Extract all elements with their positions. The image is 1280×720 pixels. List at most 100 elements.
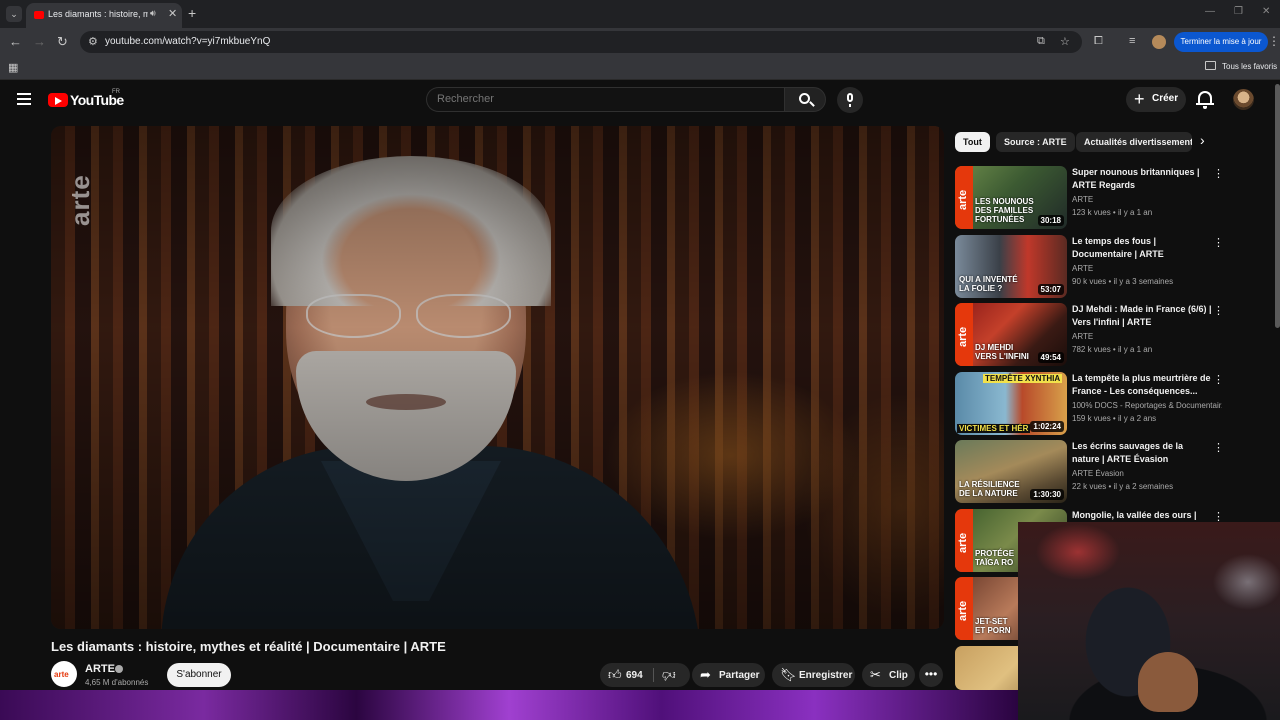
- profile-avatar[interactable]: [1152, 35, 1166, 49]
- video-duration: 53:07: [1037, 284, 1064, 295]
- share-button[interactable]: ➦ Partager: [692, 663, 765, 687]
- url-text[interactable]: youtube.com/watch?v=yi7mkbueYnQ: [105, 36, 270, 47]
- video-thumbnail[interactable]: TEMPÊTE XYNTHIA VICTIMES ET HÉR 1:02:24: [955, 372, 1067, 435]
- search-box[interactable]: [426, 87, 784, 112]
- channel-avatar[interactable]: arte: [51, 661, 77, 687]
- user-avatar[interactable]: [1233, 89, 1254, 110]
- browser-tab[interactable]: Les diamants : histoire, myth 🔊︎ ✕: [26, 3, 182, 28]
- recommendation-title[interactable]: Mongolie, la vallée des ours |: [1072, 509, 1212, 522]
- like-count[interactable]: 694: [626, 670, 643, 681]
- maximize-icon[interactable]: ❐: [1234, 6, 1243, 17]
- tab-title: Les diamants : histoire, myth: [48, 9, 148, 19]
- back-icon[interactable]: ←: [9, 34, 22, 49]
- verified-badge-icon: [115, 665, 123, 673]
- share-label: Partager: [719, 670, 760, 681]
- subscriber-count: 4,65 M d'abonnés: [85, 678, 149, 687]
- recommendation-item[interactable]: LA RÉSILIENCE DE LA NATURE 1:30:30 Les é…: [955, 440, 1230, 504]
- minimize-icon[interactable]: —: [1205, 6, 1215, 17]
- youtube-logo-icon: [48, 93, 68, 107]
- recommendation-item[interactable]: arte LES NOUNOUS DES FAMILLES FORTUNÉES …: [955, 166, 1230, 230]
- window-close-icon[interactable]: ✕: [1262, 6, 1270, 17]
- video-player[interactable]: arte: [51, 126, 944, 629]
- thumbnail-caption: LES NOUNOUS DES FAMILLES FORTUNÉES: [975, 197, 1034, 224]
- video-duration: 1:02:24: [1030, 421, 1064, 432]
- install-app-icon[interactable]: ⧉: [1037, 35, 1045, 48]
- all-bookmarks-button[interactable]: Tous les favoris: [1206, 62, 1277, 71]
- recommendation-channel[interactable]: ARTE: [1072, 332, 1222, 341]
- thumbnail-caption: DJ MEHDI VERS L'INFINI: [975, 343, 1029, 361]
- video-thumbnail[interactable]: LA RÉSILIENCE DE LA NATURE 1:30:30: [955, 440, 1067, 503]
- bookmark-star-icon[interactable]: ☆: [1060, 35, 1070, 48]
- recommendation-title[interactable]: La tempête la plus meurtrière de France …: [1072, 372, 1212, 398]
- clip-button[interactable]: ✂ Clip: [862, 663, 915, 687]
- arte-band: arte: [955, 509, 973, 572]
- channel-name[interactable]: ARTE: [85, 663, 115, 675]
- tab-search-button[interactable]: ⌄: [6, 6, 22, 22]
- recommendation-channel[interactable]: ARTE Évasion: [1072, 469, 1222, 478]
- thumbnail-caption: VICTIMES ET HÉR: [957, 424, 1031, 433]
- recommendation-channel[interactable]: 100% DOCS - Reportages & Documentair...: [1072, 401, 1222, 410]
- reading-list-icon[interactable]: ≡: [1129, 35, 1135, 47]
- more-actions-icon[interactable]: •••: [919, 663, 943, 687]
- apps-grid-icon[interactable]: ▦: [8, 61, 18, 74]
- address-bar[interactable]: ⚙ youtube.com/watch?v=yi7mkbueYnQ ⧉ ☆: [80, 31, 1082, 53]
- update-button[interactable]: Terminer la mise à jour: [1174, 32, 1268, 52]
- chevron-right-icon[interactable]: ›: [1200, 132, 1205, 148]
- forward-icon[interactable]: →: [33, 34, 46, 49]
- more-vertical-icon[interactable]: ⋮: [1213, 167, 1224, 180]
- menu-icon[interactable]: [17, 93, 31, 105]
- reload-icon[interactable]: ↻: [57, 34, 68, 50]
- subscribe-button[interactable]: S'abonner: [167, 663, 231, 687]
- save-button[interactable]: 🔖︎ Enregistrer: [772, 663, 855, 687]
- new-tab-button[interactable]: +: [188, 5, 196, 21]
- more-vertical-icon[interactable]: ⋮: [1213, 441, 1224, 454]
- chip-source-arte[interactable]: Source : ARTE: [996, 132, 1075, 152]
- microphone-icon: [847, 93, 853, 102]
- recommendation-meta: 782 k vues • il y a 1 an: [1072, 345, 1153, 354]
- close-icon[interactable]: ✕: [168, 7, 177, 20]
- create-button[interactable]: + Créer: [1126, 87, 1186, 112]
- recommendation-title[interactable]: Super nounous britanniques | ARTE Regard…: [1072, 166, 1212, 192]
- clip-label: Clip: [889, 670, 908, 681]
- recommendation-item[interactable]: TEMPÊTE XYNTHIA VICTIMES ET HÉR 1:02:24 …: [955, 372, 1230, 436]
- thumbnail-caption: JET-SET ET PORN: [975, 617, 1011, 635]
- channel-avatar-logo: arte: [54, 670, 69, 679]
- more-vertical-icon[interactable]: ⋮: [1213, 373, 1224, 386]
- site-info-icon[interactable]: ⚙: [88, 35, 98, 48]
- browser-menu-icon[interactable]: ⋮: [1268, 34, 1280, 48]
- recommendation-item[interactable]: arte DJ MEHDI VERS L'INFINI 49:54 DJ Meh…: [955, 303, 1230, 367]
- like-dislike-group: 👍︎ 694 👍︎: [600, 663, 690, 687]
- recommendation-channel[interactable]: ARTE: [1072, 264, 1222, 273]
- video-thumbnail[interactable]: QUI A INVENTÉ LA FOLIE ? 53:07: [955, 235, 1067, 298]
- page-scrollbar[interactable]: [1275, 84, 1280, 328]
- voice-search-button[interactable]: [837, 87, 863, 113]
- chip-all[interactable]: Tout: [955, 132, 990, 152]
- speaker-icon[interactable]: 🔊︎: [150, 8, 156, 19]
- more-vertical-icon[interactable]: ⋮: [1213, 236, 1224, 249]
- thumbnail-caption: LA RÉSILIENCE DE LA NATURE: [959, 480, 1020, 498]
- recommendation-channel[interactable]: ARTE: [1072, 195, 1222, 204]
- thumbnail-caption: QUI A INVENTÉ LA FOLIE ?: [959, 275, 1018, 293]
- save-label: Enregistrer: [799, 670, 853, 681]
- arte-band: arte: [955, 577, 973, 640]
- recommendation-title[interactable]: Les écrins sauvages de la nature | ARTE …: [1072, 440, 1212, 466]
- video-thumbnail[interactable]: arte DJ MEHDI VERS L'INFINI 49:54: [955, 303, 1067, 366]
- thumbs-down-icon[interactable]: 👍︎: [662, 667, 676, 683]
- video-thumbnail[interactable]: arte LES NOUNOUS DES FAMILLES FORTUNÉES …: [955, 166, 1067, 229]
- youtube-favicon-icon: [34, 11, 44, 19]
- recommendation-title[interactable]: Le temps des fous | Documentaire | ARTE: [1072, 235, 1212, 261]
- recommendation-title[interactable]: DJ Mehdi : Made in France (6/6) | Vers l…: [1072, 303, 1212, 329]
- more-vertical-icon[interactable]: ⋮: [1213, 304, 1224, 317]
- browser-tab-bar: ⌄ Les diamants : histoire, myth 🔊︎ ✕ + —…: [0, 0, 1280, 28]
- search-input[interactable]: [437, 93, 767, 105]
- recommendation-item[interactable]: QUI A INVENTÉ LA FOLIE ? 53:07 Le temps …: [955, 235, 1230, 299]
- chip-entertainment-news[interactable]: Actualités divertissement: [1076, 132, 1192, 152]
- region-code: FR: [112, 89, 120, 95]
- scissors-icon: ✂: [870, 667, 881, 682]
- video-vignette: [51, 126, 944, 629]
- video-duration: 1:30:30: [1030, 489, 1064, 500]
- youtube-header: YouTube FR + Créer: [0, 80, 1280, 120]
- extensions-icon[interactable]: ⧠: [1094, 35, 1103, 48]
- thumbs-up-icon[interactable]: 👍︎: [608, 667, 622, 683]
- search-button[interactable]: [784, 87, 826, 112]
